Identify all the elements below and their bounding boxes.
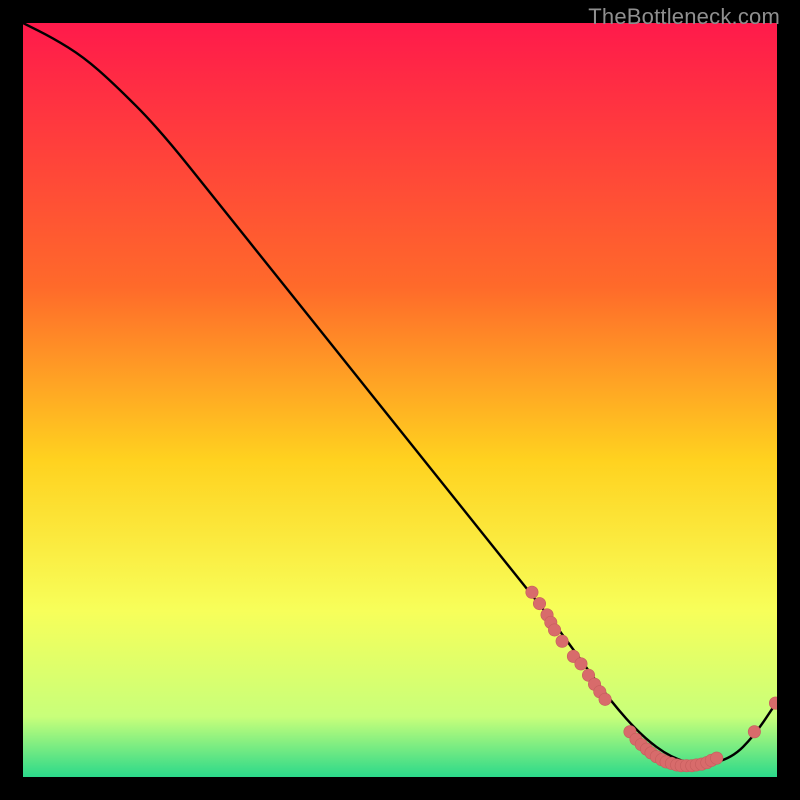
data-point [710,752,722,764]
chart-stage: TheBottleneck.com [0,0,800,800]
data-point [526,586,538,598]
data-point [548,624,560,636]
chart-svg [23,23,777,777]
data-point [748,726,760,738]
watermark-text: TheBottleneck.com [588,4,780,30]
data-point [533,597,545,609]
gradient-background [23,23,777,777]
data-point [575,658,587,670]
data-point [556,635,568,647]
plot-area [23,23,777,777]
data-point [599,693,611,705]
